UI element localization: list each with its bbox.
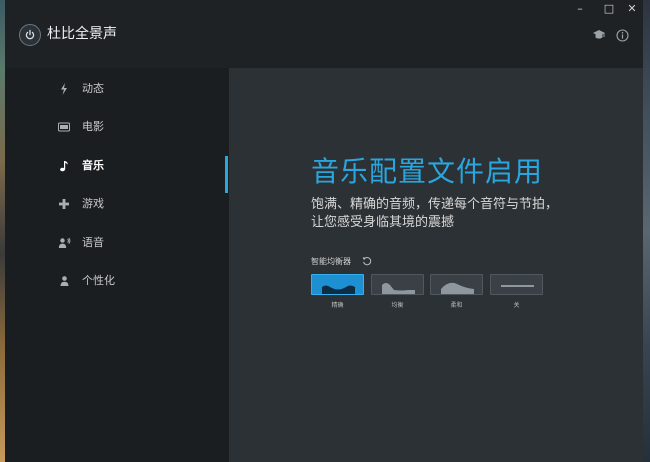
eq-option-off[interactable] bbox=[490, 274, 543, 295]
dolby-power-logo-icon bbox=[19, 24, 41, 46]
app-window: 杜比全景声 – □ ✕ 动态 电影 音乐 游戏 语音 个性化 音乐配置文件启用 … bbox=[5, 0, 643, 462]
eq-option-soft[interactable] bbox=[430, 274, 483, 295]
graduation-cap-icon[interactable] bbox=[591, 27, 607, 43]
minimize-button[interactable]: – bbox=[570, 2, 590, 16]
eq-option-label: 均衡 bbox=[391, 302, 404, 309]
sidebar-item-movie[interactable]: 电影 bbox=[5, 108, 229, 146]
sidebar-item-label: 音乐 bbox=[82, 159, 104, 172]
profile-description: 饱满、精确的音频，传递每个音符与节拍，让您感受身临其境的震撼 bbox=[311, 197, 559, 230]
maximize-button[interactable]: □ bbox=[599, 2, 619, 16]
equalizer-label: 智能均衡器 bbox=[311, 257, 351, 266]
app-title: 杜比全景声 bbox=[47, 26, 117, 42]
sidebar-item-label: 游戏 bbox=[82, 197, 104, 210]
sidebar-item-label: 个性化 bbox=[82, 274, 115, 287]
close-button[interactable]: ✕ bbox=[622, 2, 642, 16]
sidebar-item-label: 语音 bbox=[82, 236, 104, 249]
eq-option-label: 柔和 bbox=[450, 302, 463, 309]
sidebar-item-game[interactable]: 游戏 bbox=[5, 185, 229, 223]
main-panel: 音乐配置文件启用 饱满、精确的音频，传递每个音符与节拍，让您感受身临其境的震撼 … bbox=[229, 68, 643, 462]
sidebar-item-voice[interactable]: 语音 bbox=[5, 224, 229, 262]
music-note-icon bbox=[57, 159, 71, 173]
person-icon bbox=[57, 274, 71, 288]
profile-headline: 音乐配置文件启用 bbox=[311, 155, 544, 188]
eq-option-precise[interactable] bbox=[311, 274, 364, 295]
eq-option-balanced[interactable] bbox=[371, 274, 424, 295]
sidebar-item-personalize[interactable]: 个性化 bbox=[5, 262, 229, 300]
sidebar-item-dynamic[interactable]: 动态 bbox=[5, 70, 229, 108]
title-bar: 杜比全景声 – □ ✕ bbox=[5, 0, 643, 68]
sidebar-item-label: 动态 bbox=[82, 82, 104, 95]
dynamic-icon bbox=[57, 82, 71, 96]
sidebar: 动态 电影 音乐 游戏 语音 个性化 bbox=[5, 68, 229, 462]
gamepad-icon bbox=[57, 197, 71, 211]
voice-icon bbox=[57, 236, 71, 250]
eq-option-label: 关 bbox=[513, 302, 520, 309]
movie-icon bbox=[57, 120, 71, 134]
desktop-background-right bbox=[643, 0, 650, 462]
eq-option-label: 精确 bbox=[331, 302, 344, 309]
info-icon[interactable] bbox=[614, 27, 630, 43]
sidebar-item-music[interactable]: 音乐 bbox=[5, 147, 229, 193]
reset-icon[interactable] bbox=[362, 256, 372, 266]
sidebar-item-label: 电影 bbox=[82, 120, 104, 133]
